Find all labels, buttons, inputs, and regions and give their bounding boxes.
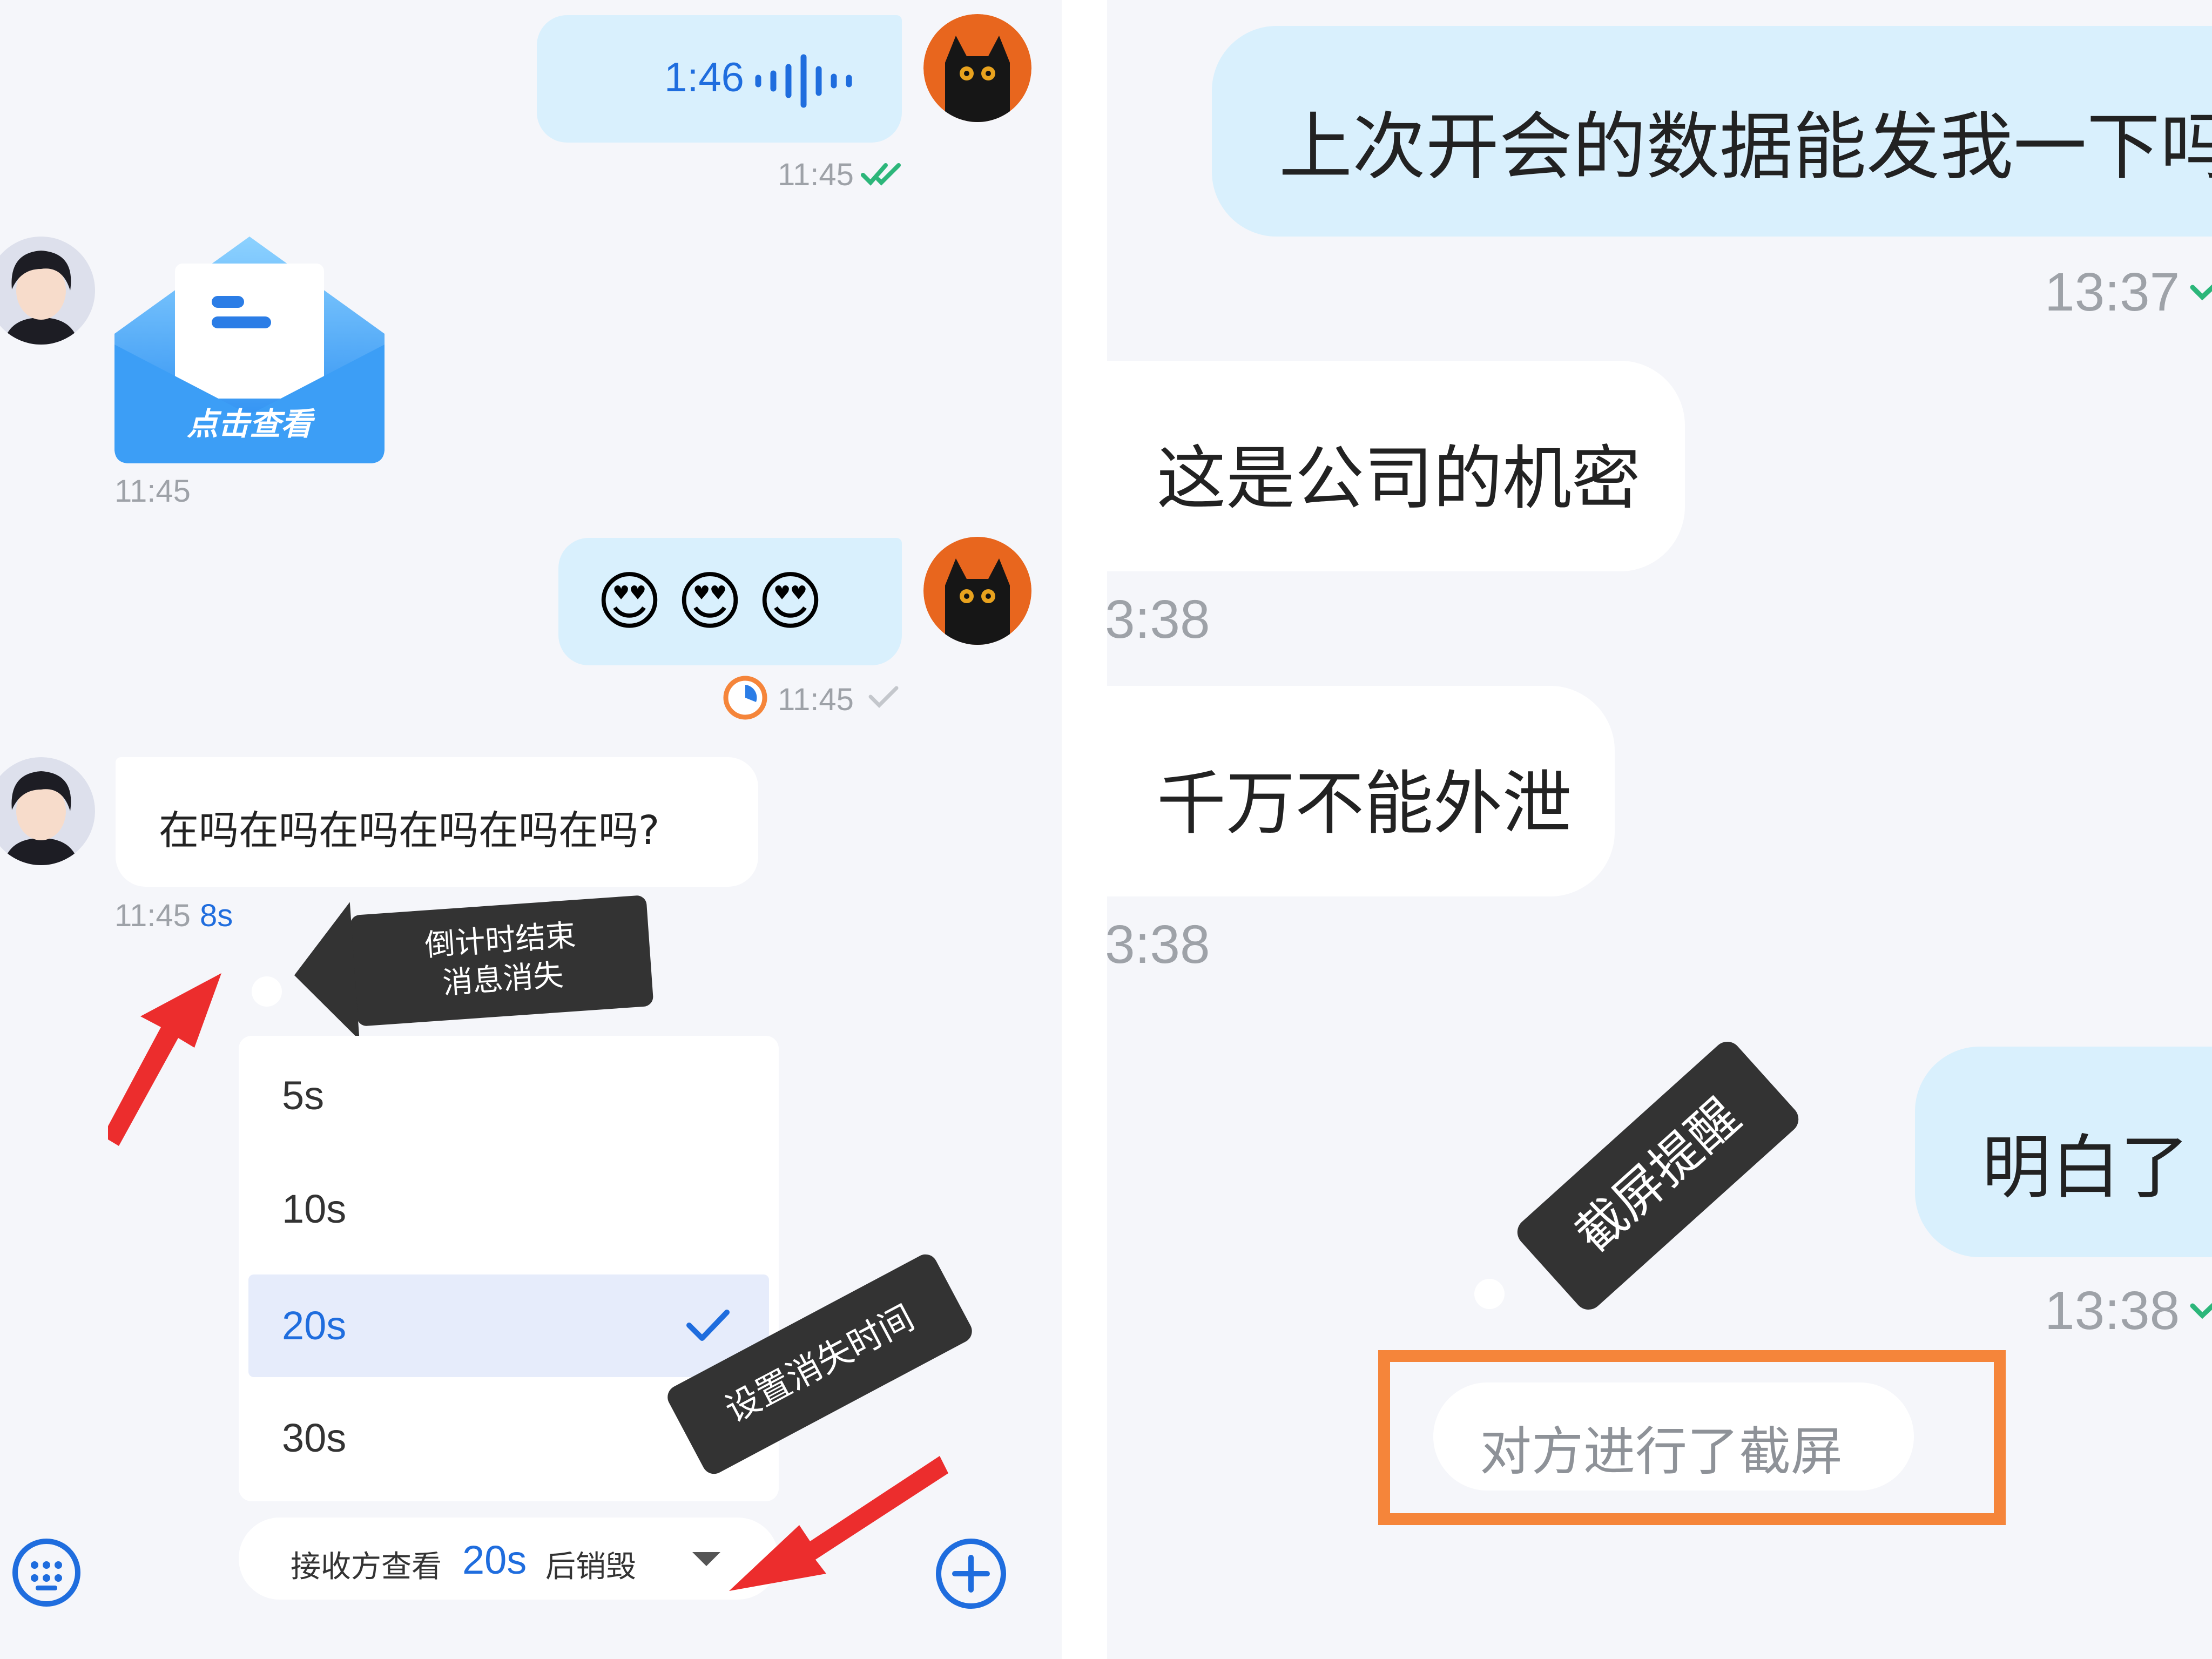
duration-option-20s-selected[interactable]: 20s <box>248 1274 769 1377</box>
voice-time: 11:45 <box>778 157 854 192</box>
countdown-label: 8s <box>200 898 233 933</box>
incoming-message-bubble[interactable]: 这是公司的机密 <box>1107 361 1685 571</box>
tooltip-dot <box>1474 1279 1505 1309</box>
screenshot-notice-text: 对方进行了截屏 <box>1480 1421 1843 1482</box>
text-message-bubble[interactable]: 在吗在吗在吗在吗在吗在吗? <box>116 757 758 887</box>
screenshot-notice: 对方进行了截屏 <box>1433 1382 1914 1491</box>
voice-duration: 1:46 <box>664 55 744 100</box>
read-check-icon <box>2190 1303 2212 1319</box>
sent-check-icon <box>868 686 899 708</box>
user-avatar[interactable] <box>0 757 95 865</box>
incoming-message-bubble[interactable]: 千万不能外泄 <box>1107 686 1615 896</box>
cat-avatar[interactable] <box>923 537 1031 645</box>
text-time: 11:45 <box>114 898 191 933</box>
burn-setting-value: 20s <box>462 1537 527 1582</box>
emoji-time: 11:45 <box>778 682 854 717</box>
view-card-envelope[interactable]: 点击查看 <box>114 237 385 463</box>
read-double-check-icon <box>861 163 901 186</box>
burn-setting-bar[interactable]: 接收方查看 20s 后销毁 <box>239 1518 779 1600</box>
message-time: 3:38 <box>1107 914 1210 975</box>
burn-timer-icon <box>723 676 767 720</box>
waveform-icon <box>755 54 852 108</box>
left-chat-panel: 1:46 11:45 点击查看 11:45 😍😍😍 11:45 在吗在吗在吗在吗… <box>0 0 1062 1659</box>
red-arrow-icon <box>108 973 221 1146</box>
burn-setting-prefix: 接收方查看 <box>291 1549 442 1584</box>
outgoing-message-bubble[interactable]: 明白了 <box>1915 1047 2212 1257</box>
outgoing-message-text: 上次开会的数据能发我一下吗 <box>1279 105 2212 190</box>
countdown-tooltip: 倒计时结束 消息消失 <box>349 895 654 1027</box>
right-chat-panel: 上次开会的数据能发我一下吗 13:37 这是公司的机密 3:38 千万不能外泄 … <box>1107 0 2212 1659</box>
outgoing-message-text: 明白了 <box>1982 1128 2190 1208</box>
panel-divider <box>1062 0 1107 1659</box>
outgoing-message-bubble[interactable]: 上次开会的数据能发我一下吗 <box>1212 26 2212 237</box>
user-avatar[interactable] <box>0 237 95 345</box>
cat-avatar[interactable] <box>923 14 1031 122</box>
chevron-down-icon <box>692 1552 720 1566</box>
text-message-content: 在吗在吗在吗在吗在吗在吗? <box>159 807 660 854</box>
burn-setting-suffix: 后销毁 <box>545 1549 636 1584</box>
tooltip-dot <box>252 976 282 1007</box>
duration-option-10s[interactable]: 10s <box>239 1158 779 1260</box>
view-card-label: 点击查看 <box>186 406 312 442</box>
emoji-content: 😍😍😍 <box>596 564 838 638</box>
duration-option-5s[interactable]: 5s <box>239 1044 779 1147</box>
emoji-message-bubble[interactable]: 😍😍😍 <box>558 538 902 665</box>
add-icon[interactable] <box>934 1537 1008 1610</box>
keyboard-icon[interactable] <box>11 1537 82 1608</box>
incoming-message-text: 这是公司的机密 <box>1157 439 1641 519</box>
message-time: 3:38 <box>1107 589 1210 650</box>
red-arrow-icon <box>729 1456 948 1591</box>
voice-message-bubble[interactable]: 1:46 <box>537 15 902 143</box>
screenshot-tooltip: 截屏提醒 <box>1512 1036 1804 1316</box>
card-time: 11:45 <box>114 474 191 509</box>
message-time: 13:38 <box>2045 1280 2180 1341</box>
incoming-message-text: 千万不能外泄 <box>1157 764 1572 844</box>
selected-check-icon <box>686 1310 730 1341</box>
message-time: 13:37 <box>2045 262 2180 322</box>
read-check-icon <box>2190 284 2212 301</box>
